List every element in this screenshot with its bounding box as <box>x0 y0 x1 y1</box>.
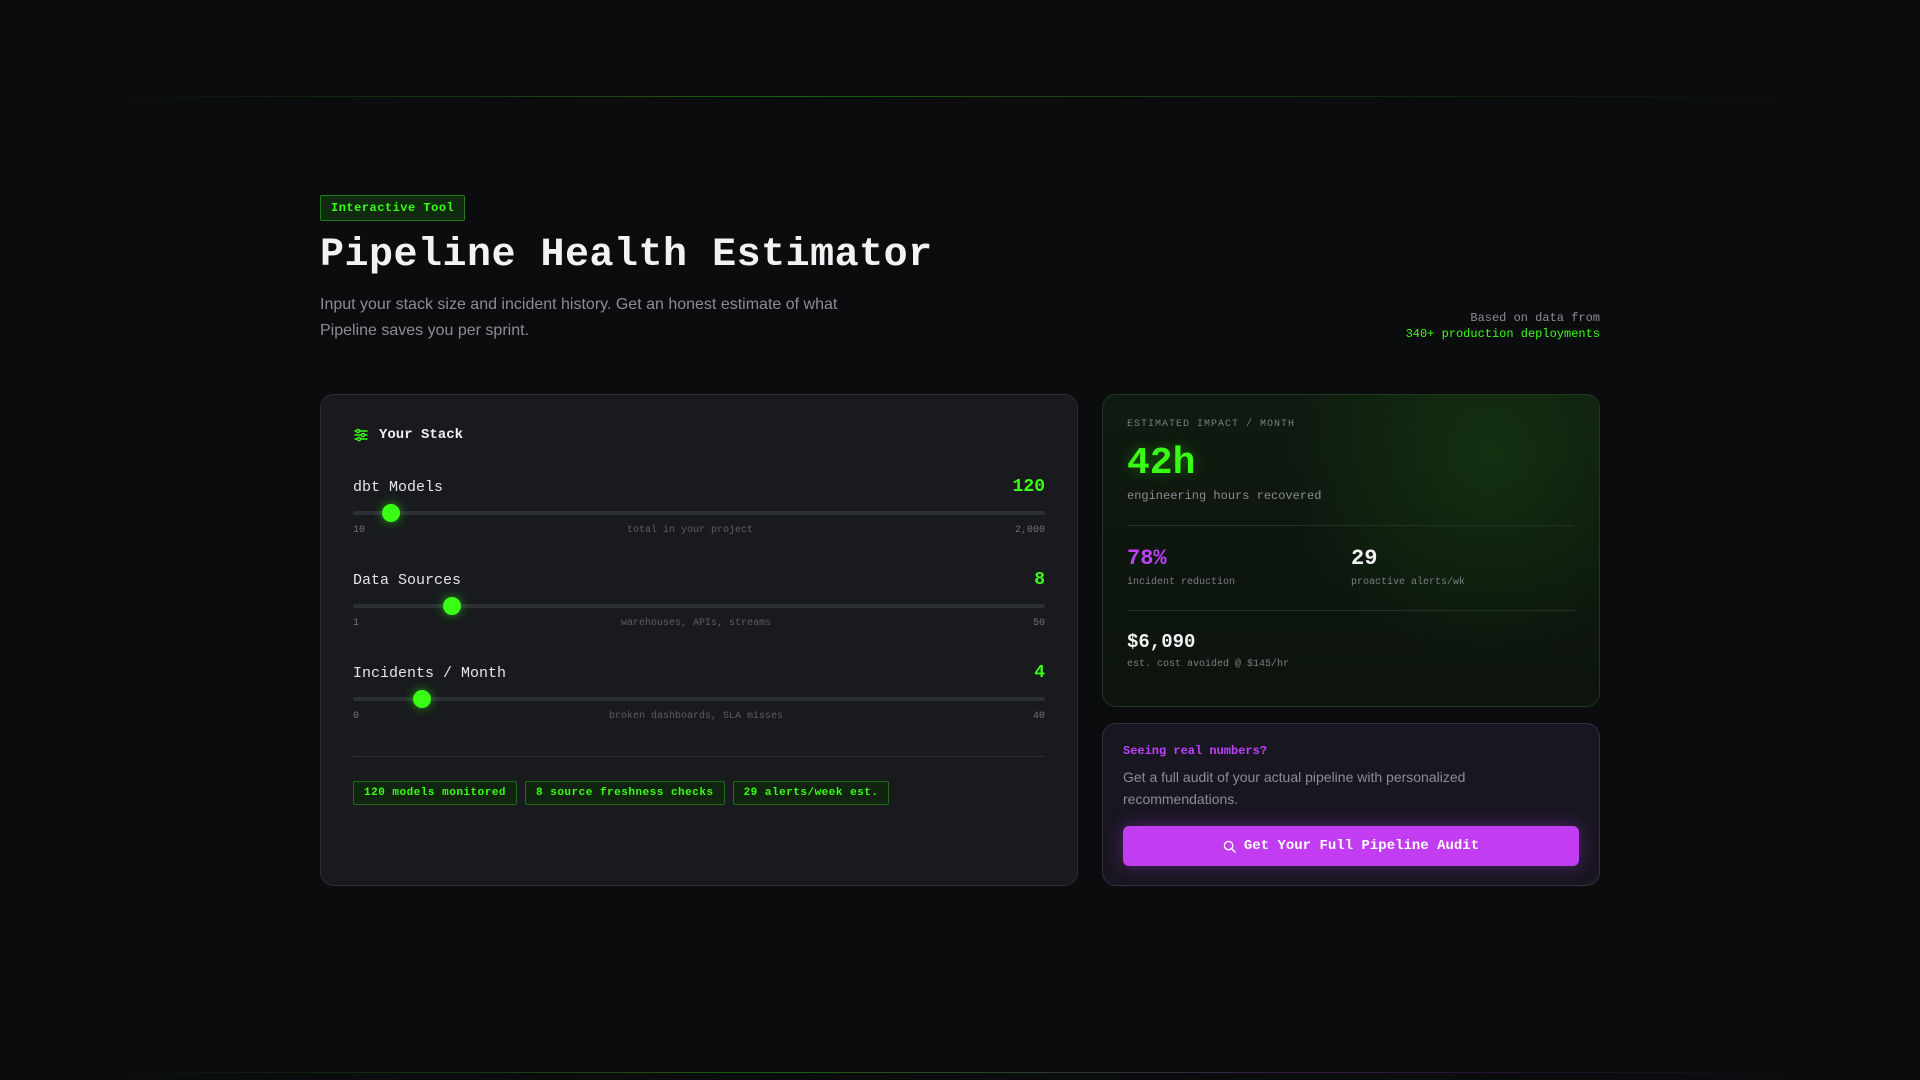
slider-dbt-models-head: dbt Models 120 <box>353 477 1045 497</box>
search-icon <box>1223 840 1236 853</box>
data-source-line-2: 340+ production deployments <box>1405 327 1600 341</box>
slider-min: 0 <box>353 711 360 722</box>
slider-range: 10 total in your project 2,000 <box>353 525 1045 536</box>
cta-text: Get a full audit of your actual pipeline… <box>1123 769 1466 807</box>
top-divider-line <box>110 96 1810 97</box>
hours-recovered-value: 42h <box>1127 442 1196 485</box>
estimator-grid: Your Stack dbt Models 120 10 total in yo… <box>320 394 1600 886</box>
slider-thumb[interactable] <box>413 690 432 708</box>
slider-track[interactable] <box>353 690 1045 708</box>
slider-hint: total in your project <box>626 525 754 536</box>
data-source-note: Based on data from 340+ production deplo… <box>1406 310 1600 344</box>
slider-value: 8 <box>1034 570 1045 590</box>
get-audit-button[interactable]: Get Your Full Pipeline Audit <box>1123 826 1579 866</box>
page-content: Interactive Tool Pipeline Health Estimat… <box>320 195 1600 886</box>
impact-stats-row: 78% incident reduction 29 proactive aler… <box>1127 546 1575 588</box>
proactive-alerts-stat: 29 proactive alerts/wk <box>1351 546 1575 588</box>
hours-recovered-label: engineering hours recovered <box>1127 489 1322 503</box>
slider-track[interactable] <box>353 597 1045 615</box>
stack-divider <box>353 756 1045 757</box>
chip-alerts-week: 29 alerts/week est. <box>732 781 890 805</box>
slider-min: 10 <box>353 525 366 536</box>
cost-avoided-value: $6,090 <box>1127 631 1196 653</box>
your-stack-header: Your Stack <box>353 427 1045 443</box>
header-row: Input your stack size and incident histo… <box>320 292 1600 344</box>
slider-label: Data Sources <box>353 571 462 589</box>
slider-value: 4 <box>1034 663 1045 683</box>
slider-hint: warehouses, APIs, streams <box>620 618 772 629</box>
bottom-divider-line <box>110 1072 1810 1073</box>
incident-reduction-label: incident reduction <box>1127 577 1236 588</box>
get-audit-button-label: Get Your Full Pipeline Audit <box>1243 838 1480 854</box>
summary-chips: 120 models monitored 8 source freshness … <box>353 781 1045 805</box>
data-source-line-1: Based on data from <box>1470 311 1600 325</box>
impact-divider <box>1127 610 1575 611</box>
slider-max: 2,000 <box>1014 525 1045 536</box>
incident-reduction-value: 78% <box>1127 546 1167 571</box>
interactive-tool-badge: Interactive Tool <box>320 195 466 221</box>
impact-divider <box>1127 525 1575 526</box>
incident-reduction-stat: 78% incident reduction <box>1127 546 1351 588</box>
slider-max: 50 <box>1032 618 1045 629</box>
your-stack-card: Your Stack dbt Models 120 10 total in yo… <box>320 394 1078 886</box>
slider-incidents-month-head: Incidents / Month 4 <box>353 663 1045 683</box>
estimated-impact-card: ESTIMATED IMPACT / MONTH 42h engineering… <box>1102 394 1600 707</box>
slider-label: Incidents / Month <box>353 664 507 682</box>
your-stack-title: Your Stack <box>379 427 464 443</box>
slider-range: 1 warehouses, APIs, streams 50 <box>353 618 1045 629</box>
page-subtitle: Input your stack size and incident histo… <box>320 296 838 339</box>
sliders-icon <box>354 428 368 442</box>
slider-incidents-month: Incidents / Month 4 0 broken dashboards,… <box>353 663 1045 722</box>
slider-data-sources: Data Sources 8 1 warehouses, APIs, strea… <box>353 570 1045 629</box>
slider-value: 120 <box>1012 477 1045 497</box>
impact-eyebrow: ESTIMATED IMPACT / MONTH <box>1127 419 1296 430</box>
page-title: Pipeline Health Estimator <box>320 233 933 278</box>
proactive-alerts-value: 29 <box>1351 546 1378 571</box>
slider-range: 0 broken dashboards, SLA misses 40 <box>353 711 1045 722</box>
slider-label: dbt Models <box>353 478 444 496</box>
results-column: ESTIMATED IMPACT / MONTH 42h engineering… <box>1102 394 1600 886</box>
slider-track[interactable] <box>353 504 1045 522</box>
slider-thumb[interactable] <box>442 597 461 615</box>
chip-freshness-checks: 8 source freshness checks <box>525 781 725 805</box>
cta-title: Seeing real numbers? <box>1123 744 1268 758</box>
cost-avoided-label: est. cost avoided @ $145/hr <box>1127 659 1290 670</box>
chip-models-monitored: 120 models monitored <box>353 781 518 805</box>
audit-cta-card: Seeing real numbers? Get a full audit of… <box>1102 723 1600 886</box>
slider-dbt-models: dbt Models 120 10 total in your project … <box>353 477 1045 536</box>
slider-max: 40 <box>1032 711 1045 722</box>
slider-thumb[interactable] <box>382 504 401 522</box>
slider-data-sources-head: Data Sources 8 <box>353 570 1045 590</box>
cost-avoided-stat: $6,090 est. cost avoided @ $145/hr <box>1127 631 1575 670</box>
slider-min: 1 <box>353 618 360 629</box>
slider-hint: broken dashboards, SLA misses <box>608 711 784 722</box>
proactive-alerts-label: proactive alerts/wk <box>1351 577 1466 588</box>
